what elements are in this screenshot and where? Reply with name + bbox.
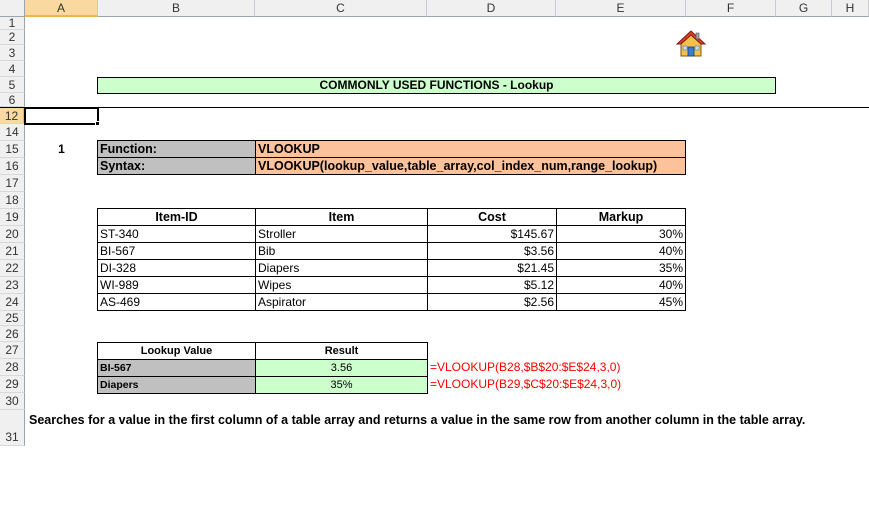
row-header-28[interactable]: 28 <box>0 359 25 376</box>
row-header-17[interactable]: 17 <box>0 175 25 192</box>
page-title: COMMONLY USED FUNCTIONS - Lookup <box>97 77 776 94</box>
table-cell[interactable]: 40% <box>556 242 686 260</box>
table-cell[interactable]: WI-989 <box>97 276 256 294</box>
row-header-27[interactable]: 27 <box>0 342 25 359</box>
row-header-19[interactable]: 19 <box>0 209 25 226</box>
table-cell[interactable]: Bib <box>255 242 428 260</box>
column-header-g[interactable]: G <box>776 0 832 17</box>
row-header-26[interactable]: 26 <box>0 326 25 342</box>
column-header-c[interactable]: C <box>255 0 427 17</box>
syntax-label: Syntax: <box>97 157 256 175</box>
house-icon[interactable] <box>675 29 707 59</box>
table-cell[interactable]: $21.45 <box>427 259 557 277</box>
row-header-5[interactable]: 5 <box>0 77 25 93</box>
freeze-pane-line <box>0 107 869 108</box>
table-cell[interactable]: DI-328 <box>97 259 256 277</box>
table-cell[interactable]: Diapers <box>255 259 428 277</box>
syntax-value: VLOOKUP(lookup_value,table_array,col_ind… <box>255 157 686 175</box>
column-header-b[interactable]: B <box>98 0 255 17</box>
column-header-e[interactable]: E <box>556 0 686 17</box>
function-name: VLOOKUP <box>255 140 686 158</box>
row-header-25[interactable]: 25 <box>0 311 25 326</box>
function-label: Function: <box>97 140 256 158</box>
fill-handle[interactable] <box>95 121 100 126</box>
lookup-header-value: Lookup Value <box>97 342 256 360</box>
row-header-31[interactable]: 31 <box>0 410 25 446</box>
row-header-20[interactable]: 20 <box>0 226 25 243</box>
row-header-14[interactable]: 14 <box>0 124 25 141</box>
lookup-result-cell[interactable]: 35% <box>255 376 428 394</box>
row-header-29[interactable]: 29 <box>0 376 25 393</box>
row-header-2[interactable]: 2 <box>0 30 25 45</box>
row-header-30[interactable]: 30 <box>0 393 25 410</box>
lookup-key-cell[interactable]: BI-567 <box>97 359 256 377</box>
select-all-corner[interactable] <box>0 0 25 17</box>
table-cell[interactable]: ST-340 <box>97 225 256 243</box>
row-header-3[interactable]: 3 <box>0 45 25 61</box>
table-cell[interactable]: $2.56 <box>427 293 557 311</box>
table-cell[interactable]: Stroller <box>255 225 428 243</box>
table-header-cost: Cost <box>427 208 557 226</box>
row-header-15[interactable]: 15 <box>0 141 25 158</box>
row-header-18[interactable]: 18 <box>0 192 25 209</box>
lookup-result-cell[interactable]: 3.56 <box>255 359 428 377</box>
row-header-21[interactable]: 21 <box>0 243 25 260</box>
table-cell[interactable]: Aspirator <box>255 293 428 311</box>
row-header-23[interactable]: 23 <box>0 277 25 294</box>
table-cell[interactable]: $145.67 <box>427 225 557 243</box>
table-cell[interactable]: $5.12 <box>427 276 557 294</box>
row-header-24[interactable]: 24 <box>0 294 25 311</box>
active-cell-a12[interactable] <box>24 107 99 125</box>
table-cell[interactable]: Wipes <box>255 276 428 294</box>
lookup-header-result: Result <box>255 342 428 360</box>
row-header-4[interactable]: 4 <box>0 61 25 77</box>
table-header-markup: Markup <box>556 208 686 226</box>
table-cell[interactable]: 45% <box>556 293 686 311</box>
table-header-item: Item <box>255 208 428 226</box>
item-table: Item-ID Item Cost Markup ST-340 Stroller… <box>97 208 686 311</box>
lookup-formula-text[interactable]: =VLOOKUP(B29,$C$20:$E$24,3,0) <box>428 376 688 393</box>
table-cell[interactable]: BI-567 <box>97 242 256 260</box>
lookup-formula-text[interactable]: =VLOOKUP(B28,$B$20:$E$24,3,0) <box>428 359 688 376</box>
example-number: 1 <box>58 142 65 156</box>
column-header-f[interactable]: F <box>686 0 776 17</box>
column-header-d[interactable]: D <box>427 0 556 17</box>
table-cell[interactable]: AS-469 <box>97 293 256 311</box>
column-header-a[interactable]: A <box>25 0 98 17</box>
table-cell[interactable]: $3.56 <box>427 242 557 260</box>
table-cell[interactable]: 30% <box>556 225 686 243</box>
row-header-12[interactable]: 12 <box>0 108 25 124</box>
row-header-22[interactable]: 22 <box>0 260 25 277</box>
row-header-1[interactable]: 1 <box>0 17 25 30</box>
table-cell[interactable]: 35% <box>556 259 686 277</box>
function-description: Searches for a value in the first column… <box>29 413 806 427</box>
table-cell[interactable]: 40% <box>556 276 686 294</box>
row-header-16[interactable]: 16 <box>0 158 25 175</box>
row-header-6[interactable]: 6 <box>0 93 25 107</box>
column-header-h[interactable]: H <box>832 0 869 17</box>
lookup-key-cell[interactable]: Diapers <box>97 376 256 394</box>
table-header-item-id: Item-ID <box>97 208 256 226</box>
